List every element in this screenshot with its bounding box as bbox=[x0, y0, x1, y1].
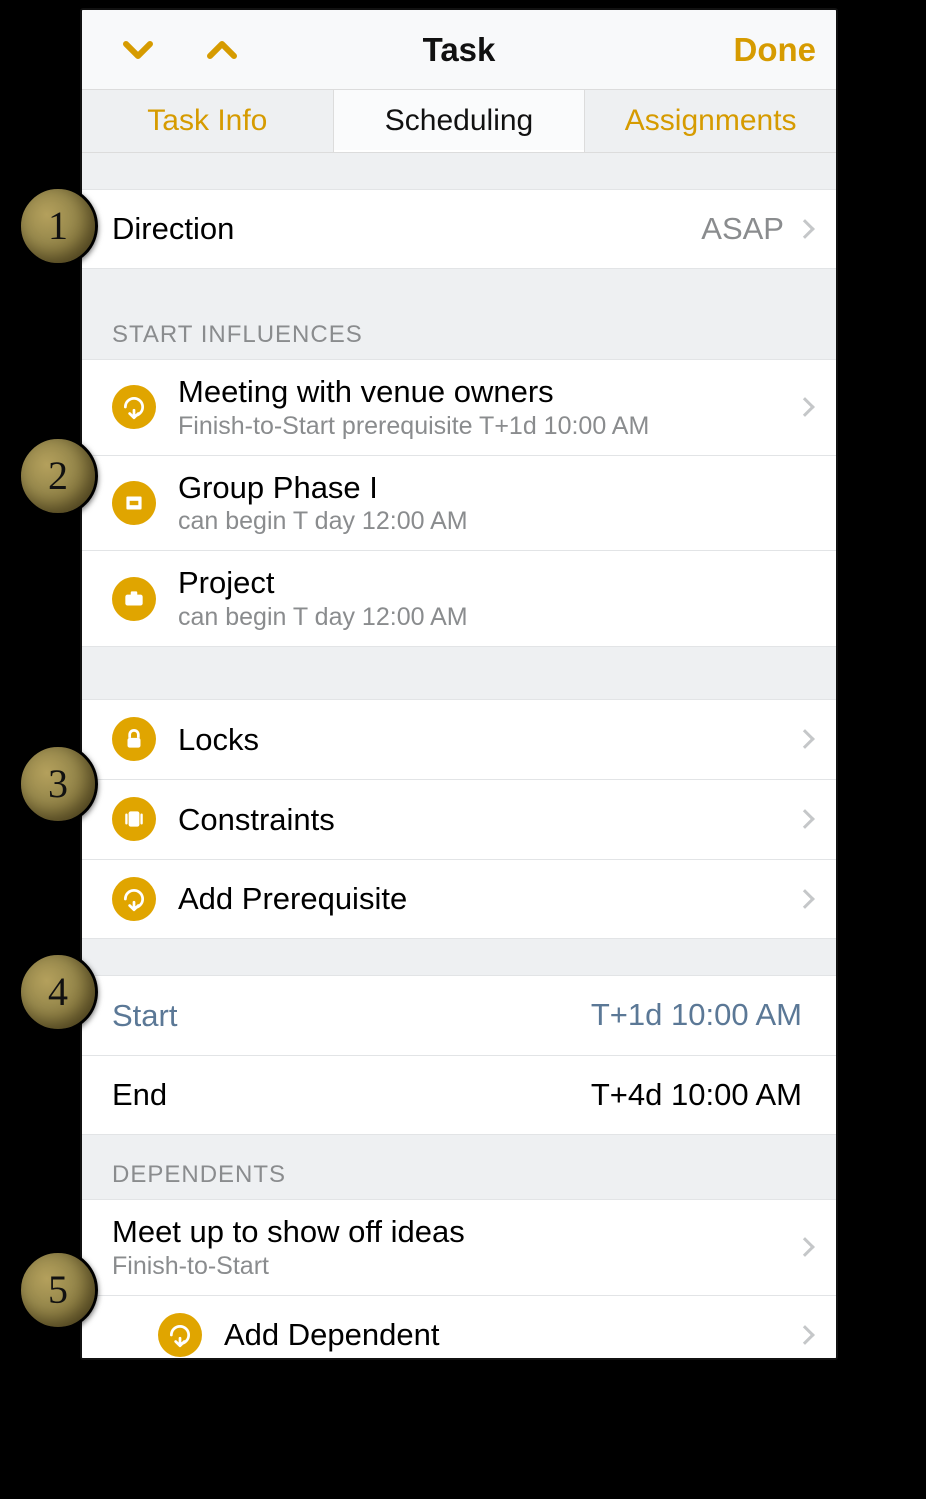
prerequisite-icon bbox=[158, 1313, 202, 1357]
influence-project-row[interactable]: Project can begin T day 12:00 AM bbox=[82, 550, 836, 647]
callout-4: 4 bbox=[18, 952, 98, 1032]
chevron-up-icon bbox=[204, 32, 240, 68]
dependent-subtitle: Finish-to-Start bbox=[112, 1252, 794, 1281]
tab-assignments[interactable]: Assignments bbox=[585, 90, 836, 152]
chevron-right-icon bbox=[795, 219, 815, 239]
start-label: Start bbox=[112, 998, 177, 1034]
direction-value: ASAP bbox=[701, 211, 784, 247]
influence-subtitle: can begin T day 12:00 AM bbox=[178, 603, 812, 632]
start-date-row[interactable]: Start T+1d 10:00 AM bbox=[82, 975, 836, 1055]
constraints-icon bbox=[112, 797, 156, 841]
add-dependent-label: Add Dependent bbox=[224, 1317, 794, 1353]
add-prerequisite-label: Add Prerequisite bbox=[178, 881, 794, 917]
prerequisite-icon bbox=[112, 385, 156, 429]
callout-3: 3 bbox=[18, 744, 98, 824]
chevron-right-icon bbox=[795, 1237, 815, 1257]
constraints-row[interactable]: Constraints bbox=[82, 779, 836, 859]
next-task-button[interactable] bbox=[200, 28, 244, 72]
dependent-title: Meet up to show off ideas bbox=[112, 1214, 794, 1250]
influence-title: Project bbox=[178, 565, 812, 601]
chevron-right-icon bbox=[795, 889, 815, 909]
tab-bar: Task Info Scheduling Assignments bbox=[82, 90, 836, 153]
project-icon bbox=[112, 577, 156, 621]
tab-scheduling[interactable]: Scheduling bbox=[333, 90, 586, 152]
phone-frame: Task Done Task Info Scheduling Assignmen… bbox=[80, 8, 838, 1360]
chevron-down-icon bbox=[120, 32, 156, 68]
group-icon bbox=[112, 481, 156, 525]
influence-group-row[interactable]: Group Phase I can begin T day 12:00 AM bbox=[82, 455, 836, 551]
influence-title: Group Phase I bbox=[178, 470, 812, 506]
chevron-right-icon bbox=[795, 397, 815, 417]
end-value: T+4d 10:00 AM bbox=[591, 1077, 802, 1113]
constraints-label: Constraints bbox=[178, 802, 794, 838]
chevron-right-icon bbox=[795, 1325, 815, 1345]
callout-2: 2 bbox=[18, 436, 98, 516]
add-dependent-row[interactable]: Add Dependent bbox=[82, 1295, 836, 1360]
dependents-header: DEPENDENTS bbox=[82, 1135, 836, 1199]
influence-title: Meeting with venue owners bbox=[178, 374, 794, 410]
prev-task-button[interactable] bbox=[116, 28, 160, 72]
tab-task-info[interactable]: Task Info bbox=[82, 90, 333, 152]
add-prerequisite-row[interactable]: Add Prerequisite bbox=[82, 859, 836, 939]
dependent-row[interactable]: Meet up to show off ideas Finish-to-Star… bbox=[82, 1199, 836, 1295]
influence-prerequisite-row[interactable]: Meeting with venue owners Finish-to-Star… bbox=[82, 359, 836, 455]
done-button[interactable]: Done bbox=[734, 31, 817, 69]
locks-label: Locks bbox=[178, 722, 794, 758]
influence-subtitle: can begin T day 12:00 AM bbox=[178, 507, 812, 536]
callout-1: 1 bbox=[18, 186, 98, 266]
influence-subtitle: Finish-to-Start prerequisite T+1d 10:00 … bbox=[178, 412, 794, 441]
direction-label: Direction bbox=[112, 211, 701, 247]
lock-icon bbox=[112, 717, 156, 761]
chevron-right-icon bbox=[795, 730, 815, 750]
direction-row[interactable]: Direction ASAP bbox=[82, 189, 836, 269]
nav-header: Task Done bbox=[82, 10, 836, 90]
chevron-right-icon bbox=[795, 810, 815, 830]
start-value: T+1d 10:00 AM bbox=[591, 997, 802, 1033]
end-label: End bbox=[112, 1077, 167, 1113]
locks-row[interactable]: Locks bbox=[82, 699, 836, 779]
callout-5: 5 bbox=[18, 1250, 98, 1330]
start-influences-header: START INFLUENCES bbox=[82, 269, 836, 359]
prerequisite-icon bbox=[112, 877, 156, 921]
end-date-row[interactable]: End T+4d 10:00 AM bbox=[82, 1055, 836, 1135]
